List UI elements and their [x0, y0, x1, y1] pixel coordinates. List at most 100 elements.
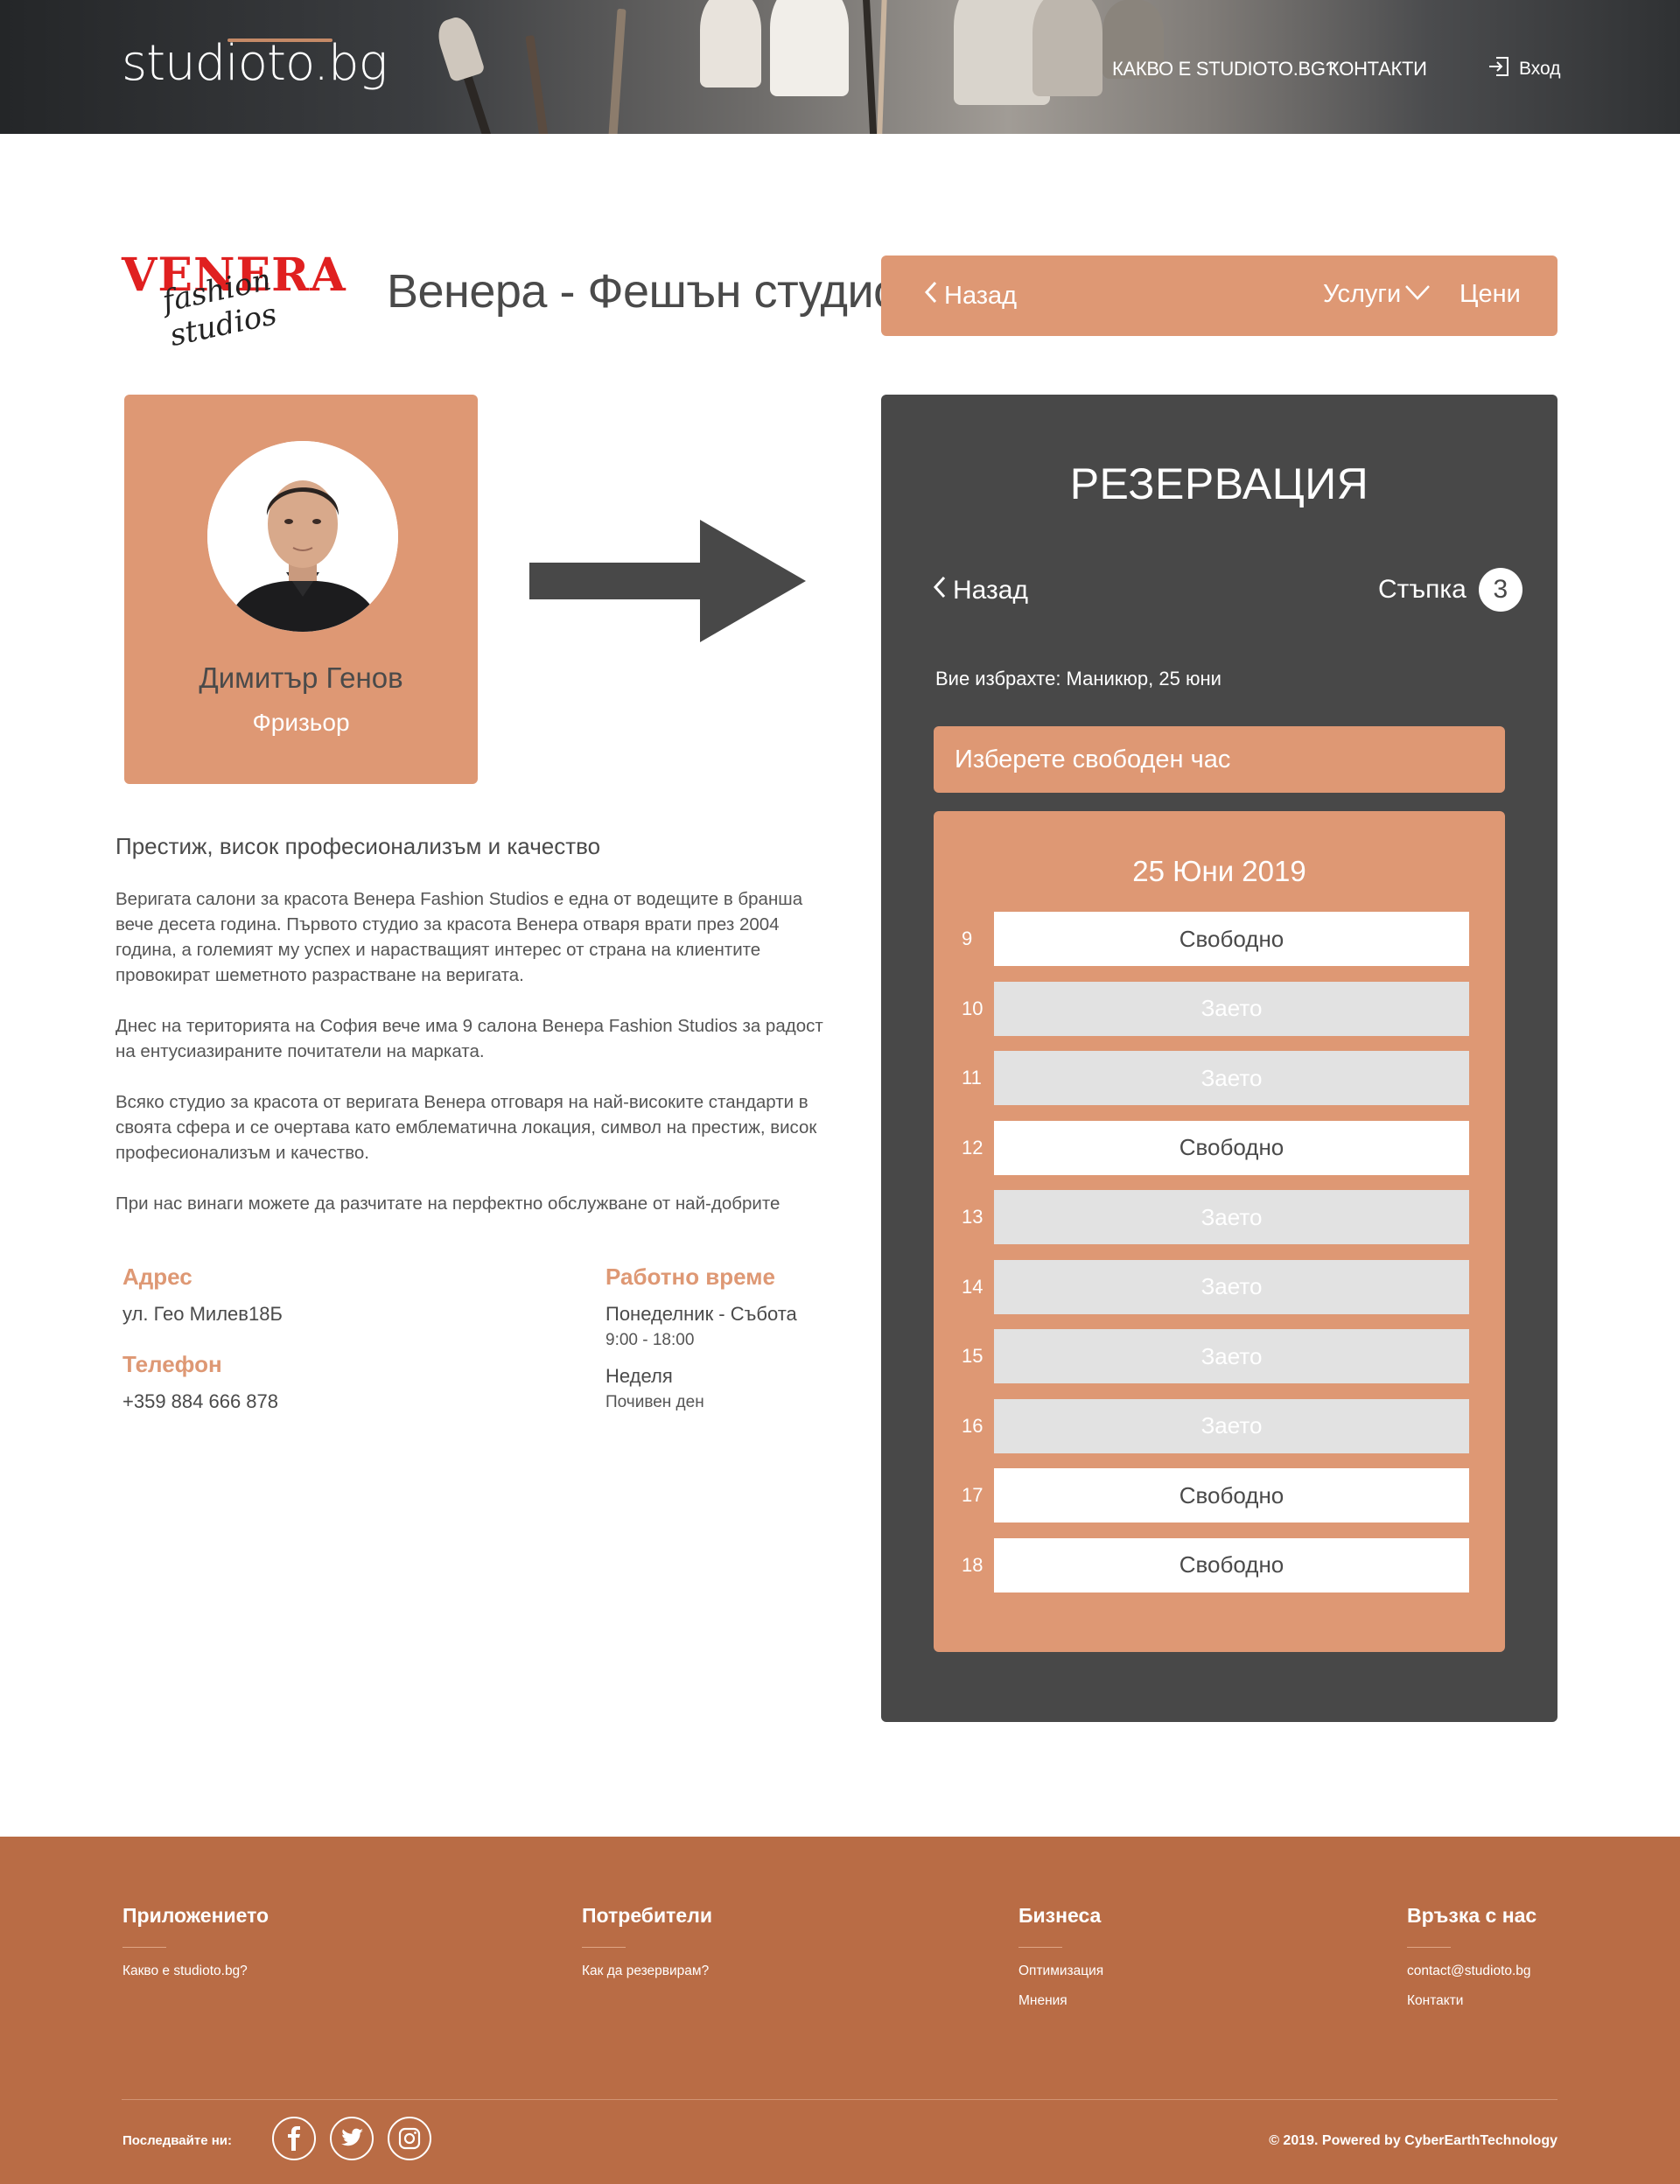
specialist-card[interactable]: Димитър Генов Фризьор [124, 395, 478, 784]
sunday-hours: Почивен ден [606, 1393, 704, 1411]
login-label: Вход [1519, 59, 1561, 79]
venera-logo: VENERA fashion studios [122, 248, 371, 354]
footer-link-how-to-book[interactable]: Как да резервирам? [582, 1964, 709, 1979]
instagram-icon[interactable] [388, 2117, 431, 2160]
specialist-name: Димитър Генов [199, 662, 403, 694]
reservation-back-button[interactable]: Назад [932, 575, 1028, 606]
step-label: Стъпка [1378, 575, 1466, 604]
chevron-left-icon [923, 280, 939, 312]
phone-label: Телефон [122, 1351, 222, 1377]
slot-hour: 12 [962, 1136, 984, 1158]
arrow-right-icon [529, 520, 806, 647]
footer-link-optimization[interactable]: Оптимизация [1018, 1964, 1103, 1979]
time-slot-row: 13 Заето [934, 1190, 1505, 1244]
address-value: ул. Гео Милев18Б [122, 1303, 283, 1325]
header-banner: studioto.bg КАКВО Е STUDIOTO.BG? КОНТАКТ… [0, 0, 1680, 134]
slot-hour: 16 [962, 1414, 984, 1437]
choose-slot-label: Изберете свободен час [955, 746, 1231, 774]
selected-service-text: Вие избрахте: Маникюр, 25 юни [935, 668, 1222, 690]
footer-col-underline [1407, 1947, 1451, 1948]
slot-hour: 17 [962, 1484, 984, 1506]
footer-col-underline [1018, 1947, 1062, 1948]
footer-col-underline [122, 1947, 166, 1948]
about-paragraph: Днес на територията на София вече има 9 … [116, 1016, 823, 1061]
about-paragraph: Всяко студио за красота от веригата Вене… [116, 1092, 817, 1163]
login-button[interactable]: Вход [1488, 56, 1561, 82]
studio-title: Венера - Фешън студио [387, 265, 900, 318]
slot-free-button[interactable]: Свободно [994, 1537, 1469, 1592]
sunday-label: Неделя [606, 1365, 673, 1387]
follow-us-label: Последвайте ни: [122, 2133, 233, 2148]
weekdays-label: Понеделник - Събота [606, 1303, 797, 1325]
reservation-panel: РЕЗЕРВАЦИЯ Назад Стъпка 3 Вие избрахте: … [881, 395, 1558, 1722]
nav-contacts[interactable]: КОНТАКТИ [1328, 58, 1427, 80]
slot-busy-button: Заето [994, 1398, 1469, 1453]
footer-col-title: Връзка с нас [1407, 1904, 1537, 1927]
slots-date: 25 Юни 2019 [1132, 855, 1306, 887]
time-slots-box: 25 Юни 2019 9 Свободно 10 Заето 11 Заето 12 Сво… [934, 811, 1505, 1652]
slot-hour: 9 [962, 928, 973, 949]
time-slot-row: 15 Заето [934, 1329, 1505, 1383]
footer-link-reviews[interactable]: Мнения [1018, 1993, 1068, 2009]
weekdays-hours: 9:00 - 18:00 [606, 1331, 695, 1349]
about-paragraph: При нас винаги можете да разчитате на пе… [116, 1194, 780, 1214]
slot-hour: 14 [962, 1275, 984, 1298]
services-label: Услуги [1323, 280, 1402, 308]
login-icon [1488, 56, 1510, 82]
slot-busy-button: Заето [994, 1190, 1469, 1244]
copyright-text: © 2019. Powered by CyberEarthTechnology [1269, 2133, 1558, 2148]
slot-hour: 13 [962, 1206, 984, 1228]
footer-link-contacts[interactable]: Контакти [1407, 1993, 1463, 2009]
slot-busy-button: Заето [994, 1259, 1469, 1314]
about-title: Престиж, висок професионализъм и качеств… [116, 833, 601, 859]
footer-col-title: Бизнеса [1018, 1904, 1102, 1927]
studio-back-button[interactable]: Назад [923, 280, 1017, 312]
footer-col-title: Приложението [122, 1904, 270, 1927]
specialist-role: Фризьор [252, 709, 350, 736]
reservation-back-label: Назад [953, 576, 1028, 605]
slot-hour: 18 [962, 1553, 984, 1576]
time-slot-row: 10 Заето [934, 981, 1505, 1036]
footer-col-underline [582, 1947, 626, 1948]
time-slot-row: 16 Заето [934, 1398, 1505, 1453]
slot-busy-button: Заето [994, 1051, 1469, 1105]
slot-busy-button: Заето [994, 1329, 1469, 1383]
time-slot-row: 14 Заето [934, 1259, 1505, 1314]
studio-navbar: Назад Услуги Цени [881, 256, 1558, 336]
step-number-badge: 3 [1478, 568, 1522, 612]
studio-back-label: Назад [944, 281, 1018, 310]
slot-hour: 15 [962, 1345, 984, 1367]
time-slot-row: 12 Свободно [934, 1120, 1505, 1175]
prices-link[interactable]: Цени [1460, 280, 1521, 309]
footer-col-title: Потребители [582, 1904, 712, 1927]
footer-link-email[interactable]: contact@studioto.bg [1407, 1964, 1531, 1979]
footer-link-what-is[interactable]: Какво е studioto.bg? [122, 1964, 248, 1979]
about-paragraph: Веригата салони за красота Венера Fashio… [116, 889, 803, 985]
facebook-icon[interactable] [272, 2117, 316, 2160]
twitter-icon[interactable] [330, 2117, 374, 2160]
chevron-down-icon [1404, 280, 1431, 309]
services-dropdown[interactable]: Услуги [1323, 280, 1431, 309]
time-slot-row: 18 Свободно [934, 1537, 1505, 1592]
phone-value[interactable]: +359 884 666 878 [122, 1390, 278, 1413]
time-slot-row: 17 Свободно [934, 1468, 1505, 1522]
time-slot-row: 11 Заето [934, 1051, 1505, 1105]
slot-free-button[interactable]: Свободно [994, 1468, 1469, 1522]
working-hours-label: Работно време [606, 1264, 775, 1290]
slot-free-button[interactable]: Свободно [994, 912, 1469, 966]
footer: Приложението Какво е studioto.bg? Потреб… [0, 1837, 1680, 2184]
site-logo[interactable]: studioto.bg [122, 35, 388, 92]
time-slot-row: 9 Свободно [934, 912, 1505, 966]
chevron-left-icon [932, 575, 948, 606]
footer-divider [122, 2099, 1558, 2100]
nav-what-is-studioto[interactable]: КАКВО Е STUDIOTO.BG? [1112, 58, 1336, 80]
slot-hour: 10 [962, 997, 984, 1019]
slot-busy-button: Заето [994, 981, 1469, 1036]
step-indicator: Стъпка 3 [1378, 568, 1522, 612]
choose-slot-header: Изберете свободен час [934, 726, 1505, 793]
reservation-title: РЕЗЕРВАЦИЯ [1069, 459, 1369, 508]
address-label: Адрес [122, 1264, 192, 1290]
slot-free-button[interactable]: Свободно [994, 1120, 1469, 1175]
slot-hour: 11 [962, 1067, 982, 1088]
avatar [207, 441, 398, 632]
